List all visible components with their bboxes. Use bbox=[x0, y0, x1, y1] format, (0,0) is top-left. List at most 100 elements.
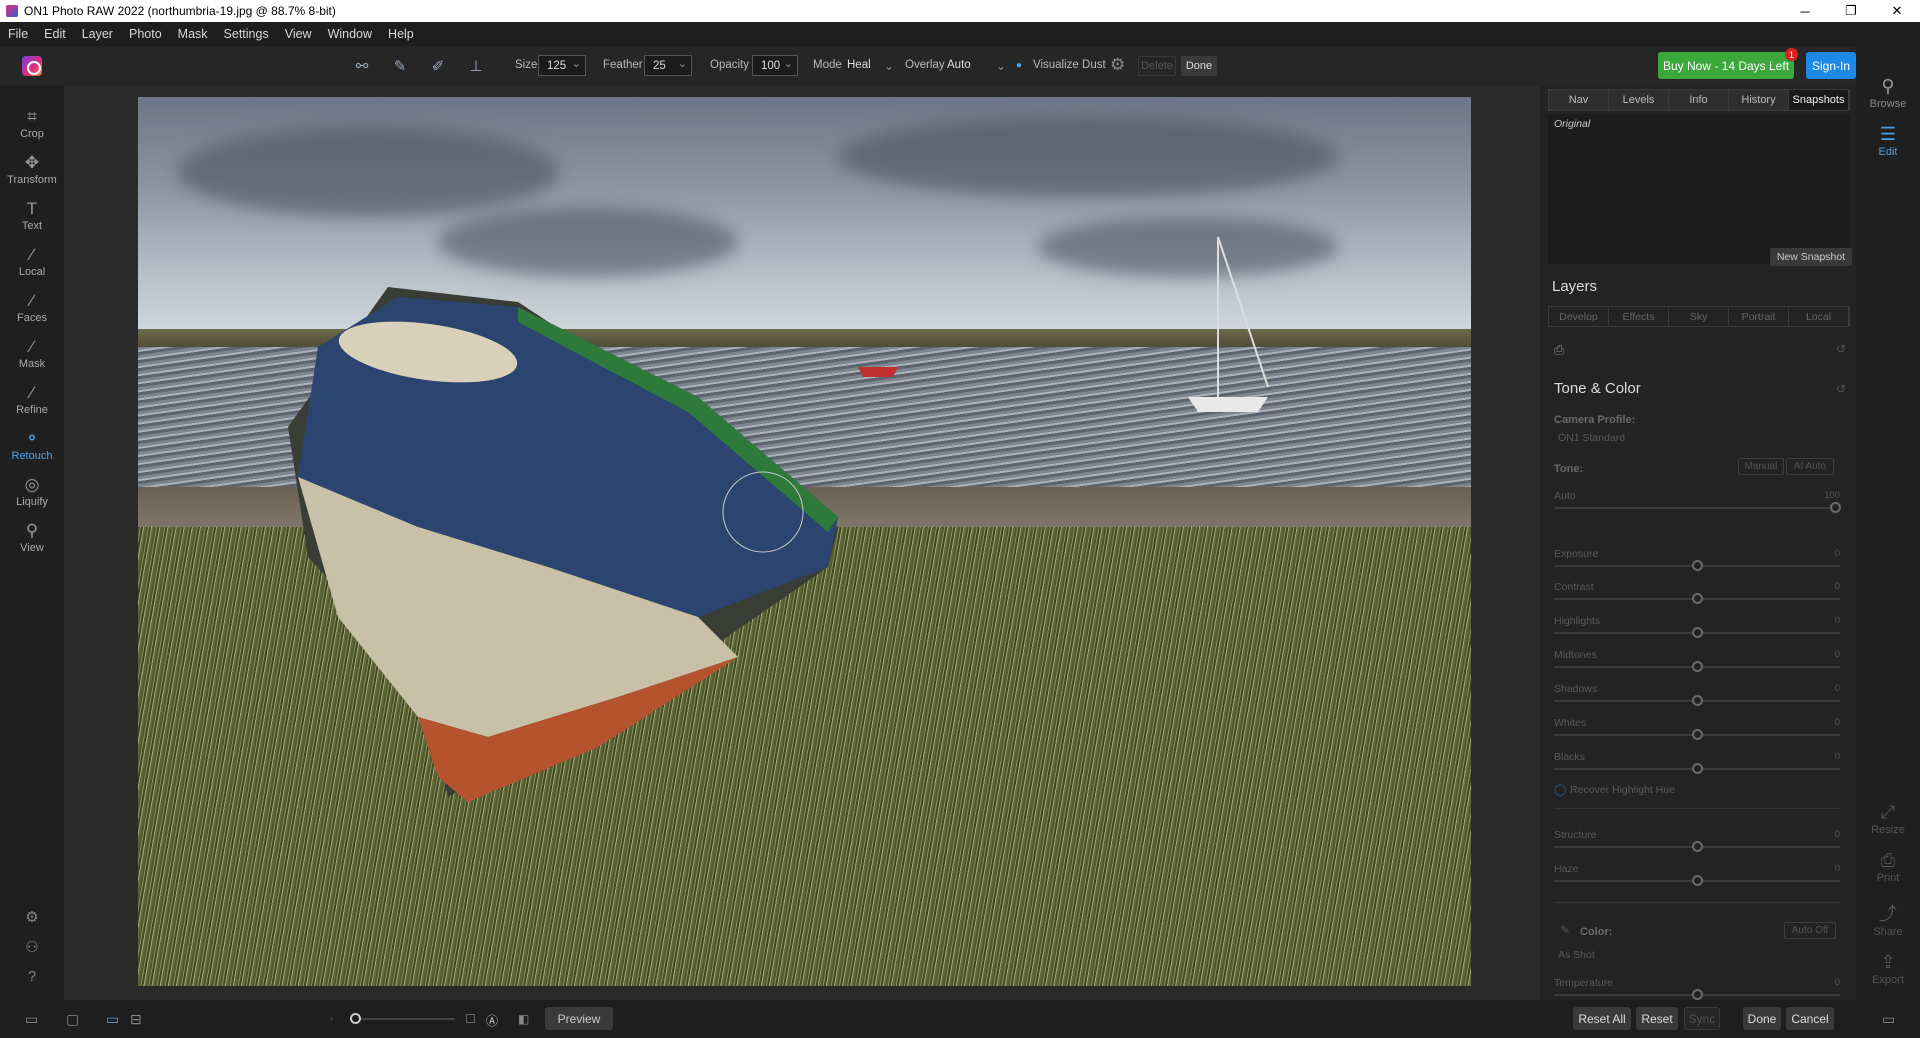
auto-off-button[interactable]: Auto Off bbox=[1784, 922, 1836, 939]
opacity-select[interactable]: 100 bbox=[752, 55, 798, 76]
retouch-brush-icon[interactable]: ✎ bbox=[390, 56, 410, 76]
tool-liquify[interactable]: ◎ Liquify bbox=[0, 474, 64, 508]
tab-nav[interactable]: Nav bbox=[1549, 90, 1609, 110]
zoom-slider-knob[interactable] bbox=[350, 1013, 361, 1024]
zoom-out-icon[interactable]: ◦ bbox=[330, 1014, 333, 1024]
image-canvas[interactable] bbox=[64, 86, 1540, 1000]
restore-icon[interactable]: ❐ bbox=[1828, 0, 1874, 22]
photo-image[interactable] bbox=[138, 97, 1471, 986]
tab-sky[interactable]: Sky bbox=[1669, 307, 1729, 326]
module-browse[interactable]: ⚲ Browse bbox=[1856, 74, 1920, 110]
preview-button[interactable]: Preview bbox=[545, 1007, 613, 1030]
temperature-slider[interactable]: Temperature 0 bbox=[1554, 977, 1840, 1000]
tab-history[interactable]: History bbox=[1729, 90, 1789, 110]
slider-knob[interactable] bbox=[1692, 560, 1703, 571]
toggle-right-panel-icon[interactable]: ▭ bbox=[1882, 1011, 1895, 1028]
contrast-slider[interactable]: Contrast 0 bbox=[1554, 581, 1840, 604]
slider-knob[interactable] bbox=[1692, 841, 1703, 852]
reset-all-button[interactable]: Reset All bbox=[1573, 1007, 1631, 1030]
menu-mask[interactable]: Mask bbox=[170, 27, 216, 41]
layer-reset-icon[interactable]: ↺ bbox=[1836, 342, 1846, 356]
tab-info[interactable]: Info bbox=[1669, 90, 1729, 110]
text-overlay-icon[interactable]: Ⓐ bbox=[486, 1012, 498, 1029]
mode-value[interactable]: Heal bbox=[847, 59, 871, 71]
highlights-slider[interactable]: Highlights 0 bbox=[1554, 615, 1840, 638]
feather-select[interactable]: 25 bbox=[644, 55, 692, 76]
module-resize[interactable]: ⤢ Resize bbox=[1856, 800, 1920, 836]
tool-faces[interactable]: ⁄ Faces bbox=[0, 290, 64, 324]
color-picker-icon[interactable]: ✎ bbox=[1560, 923, 1570, 937]
buy-now-button[interactable]: Buy Now - 14 Days Left 1 bbox=[1658, 48, 1798, 79]
menu-photo[interactable]: Photo bbox=[121, 27, 170, 41]
menu-view[interactable]: View bbox=[277, 27, 320, 41]
slider-knob[interactable] bbox=[1692, 695, 1703, 706]
delete-button[interactable]: Delete bbox=[1138, 56, 1176, 76]
tool-text[interactable]: T Text bbox=[0, 198, 64, 232]
tool-mask[interactable]: ⁄ Mask bbox=[0, 336, 64, 370]
module-share[interactable]: ⤴ Share bbox=[1856, 902, 1920, 938]
exposure-slider[interactable]: Exposure 0 bbox=[1554, 548, 1840, 571]
tool-transform[interactable]: ✥ Transform bbox=[0, 152, 64, 186]
mode-chevron-down-icon[interactable]: ⌄ bbox=[884, 59, 894, 73]
tone-color-title[interactable]: Tone & Color bbox=[1554, 380, 1641, 397]
tone-reset-icon[interactable]: ↺ bbox=[1836, 382, 1846, 396]
slider-knob[interactable] bbox=[1830, 502, 1841, 513]
layers-title[interactable]: Layers bbox=[1552, 278, 1597, 295]
zoom-slider[interactable] bbox=[350, 1013, 455, 1024]
account-icon[interactable]: ⚇ bbox=[0, 938, 64, 956]
ai-auto-button[interactable]: AI Auto bbox=[1786, 458, 1834, 475]
fullscreen-icon[interactable]: ▢ bbox=[66, 1011, 79, 1028]
module-edit[interactable]: ☰ Edit bbox=[1856, 122, 1920, 158]
slider-knob[interactable] bbox=[1692, 593, 1703, 604]
help-icon[interactable]: ? bbox=[0, 968, 64, 985]
tool-local[interactable]: ⁄ Local bbox=[0, 244, 64, 278]
menu-edit[interactable]: Edit bbox=[36, 27, 74, 41]
extras-icon[interactable]: ⚙ bbox=[0, 908, 64, 926]
visualize-dust-toggle[interactable]: ● bbox=[1016, 60, 1022, 71]
slider-knob[interactable] bbox=[1692, 875, 1703, 886]
manual-button[interactable]: Manual bbox=[1738, 458, 1784, 475]
single-view-icon[interactable]: ▭ bbox=[106, 1011, 119, 1028]
module-export[interactable]: ⇪ Export bbox=[1856, 950, 1920, 986]
slider-knob[interactable] bbox=[1692, 989, 1703, 1000]
gear-icon[interactable]: ⚙ bbox=[1110, 55, 1125, 75]
tool-crop[interactable]: ⌗ Crop bbox=[0, 106, 64, 140]
auto-slider[interactable]: Auto 100 bbox=[1554, 490, 1841, 513]
slider-knob[interactable] bbox=[1692, 627, 1703, 638]
compare-view-icon[interactable]: ⊟ bbox=[130, 1011, 142, 1028]
blacks-slider[interactable]: Blacks 0 bbox=[1554, 751, 1840, 774]
tool-retouch[interactable]: ⚬ Retouch bbox=[0, 428, 64, 462]
tab-local[interactable]: Local bbox=[1789, 307, 1849, 326]
clone-stamp-icon[interactable]: ⊥ bbox=[466, 56, 486, 76]
close-icon[interactable]: ✕ bbox=[1874, 0, 1920, 22]
overlay-chevron-down-icon[interactable]: ⌄ bbox=[996, 59, 1006, 73]
whites-slider[interactable]: Whites 0 bbox=[1554, 717, 1840, 740]
menu-file[interactable]: File bbox=[0, 27, 36, 41]
tool-refine[interactable]: ⁄ Refine bbox=[0, 382, 64, 416]
reset-button[interactable]: Reset bbox=[1636, 1007, 1678, 1030]
overlay-value[interactable]: Auto bbox=[947, 59, 971, 71]
perfect-eraser-icon[interactable]: ⚯ bbox=[352, 56, 372, 76]
minimize-icon[interactable]: ─ bbox=[1782, 0, 1828, 22]
module-print[interactable]: ⎙ Print bbox=[1856, 848, 1920, 884]
done-button[interactable]: Done bbox=[1181, 56, 1217, 76]
menu-help[interactable]: Help bbox=[380, 27, 422, 41]
tab-portrait[interactable]: Portrait bbox=[1729, 307, 1789, 326]
done-bottom-button[interactable]: Done bbox=[1743, 1007, 1781, 1030]
cancel-button[interactable]: Cancel bbox=[1786, 1007, 1834, 1030]
tab-effects[interactable]: Effects bbox=[1609, 307, 1669, 326]
new-snapshot-button[interactable]: New Snapshot bbox=[1770, 248, 1852, 266]
slider-knob[interactable] bbox=[1692, 763, 1703, 774]
sync-button[interactable]: Sync bbox=[1684, 1007, 1720, 1030]
structure-slider[interactable]: Structure 0 bbox=[1554, 829, 1840, 852]
tab-develop[interactable]: Develop bbox=[1549, 307, 1609, 326]
tool-view[interactable]: ⚲ View bbox=[0, 520, 64, 554]
shadows-slider[interactable]: Shadows 0 bbox=[1554, 683, 1840, 706]
clone-brush-icon[interactable]: ✐ bbox=[428, 56, 448, 76]
layer-export-icon[interactable]: ⎙ bbox=[1554, 342, 1564, 358]
recover-highlight-radio[interactable]: ◯ bbox=[1554, 783, 1566, 796]
size-select[interactable]: 125 bbox=[538, 55, 586, 76]
menu-layer[interactable]: Layer bbox=[74, 27, 121, 41]
slider-knob[interactable] bbox=[1692, 661, 1703, 672]
white-balance-value[interactable]: As Shot bbox=[1558, 949, 1595, 961]
